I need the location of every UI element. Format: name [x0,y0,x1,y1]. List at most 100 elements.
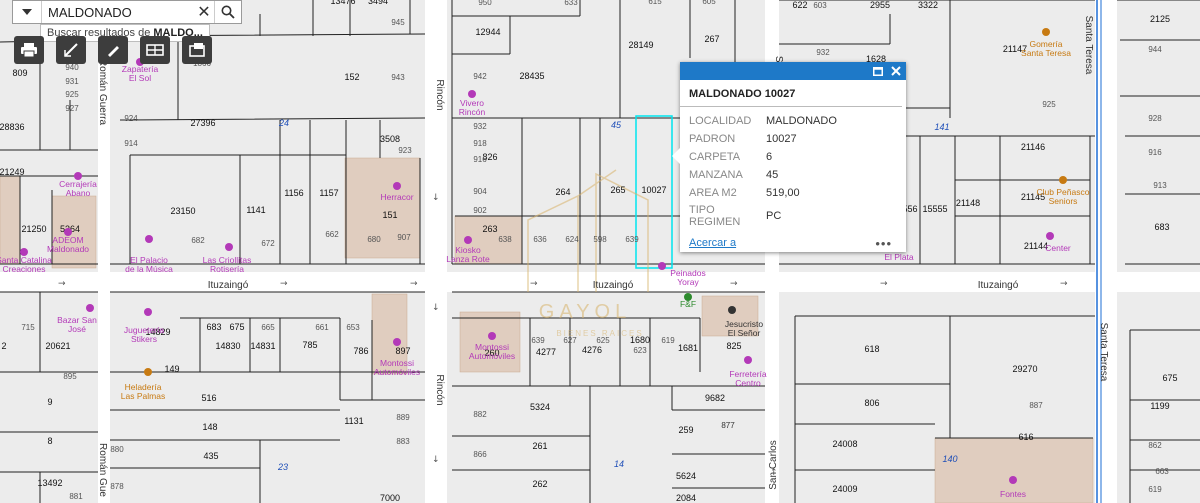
field-value: 519,00 [766,187,800,199]
poi-marker-icon[interactable] [144,308,152,316]
poi-label: Montossi Automóviles [374,358,420,377]
poi-marker-icon[interactable] [86,304,94,312]
zoom-to-link[interactable]: Acercar a [689,237,736,249]
search-input[interactable] [42,2,194,22]
parcel-number: 5324 [530,402,550,412]
parcel-number: 943 [391,73,405,82]
parcel-number: 21250 [21,224,46,234]
parcel-number: 24008 [832,439,857,449]
parcel-number: 862 [1148,441,1162,450]
table-button[interactable] [140,36,170,64]
parcel-number: 683 [1154,222,1169,232]
poi-marker-icon[interactable] [1059,176,1067,184]
field-value: PC [766,210,782,222]
parcel-number: 618 [864,344,879,354]
parcel-number: 897 [395,346,410,356]
popup-pointer [672,148,680,164]
close-icon [891,66,901,76]
parcel-number: 4276 [582,345,602,355]
field-value: 6 [766,151,773,163]
parcel-number: 636 [533,235,547,244]
parcel-number: 895 [63,372,77,381]
parcel-number: 8 [47,436,52,446]
poi-marker-icon[interactable] [225,243,233,251]
poi-marker-icon[interactable] [728,306,736,314]
parcel-number: 7000 [380,493,400,503]
parcel-number: 881 [69,492,83,501]
parcel-number: 1157 [319,188,338,198]
parcel-number: 902 [473,206,487,215]
block-number: 140 [942,454,957,464]
cadastral-map[interactable]: GAYOL BIENES RAICES →→→ →→→ → ↓↓↓ ↑↑ Itu… [0,0,1200,503]
parcel-number: 148 [202,422,217,432]
parcel-number: 940 [65,63,79,72]
svg-text:↓: ↓ [432,455,440,465]
parcel-number: 653 [346,323,360,332]
poi-marker-icon[interactable] [1009,476,1017,484]
parcel-number: 786 [353,346,368,356]
poi-marker-icon[interactable] [145,235,153,243]
parcel-number: 516 [201,393,216,403]
poi-marker-icon[interactable] [144,368,152,376]
parcel-number: 264 [555,187,570,197]
parcel-number: 12944 [475,27,500,37]
parcel-number: 3494 [368,0,388,6]
close-icon: ✕ [197,4,211,21]
parcel-number: 916 [473,155,487,164]
poi-marker-icon[interactable] [1042,28,1050,36]
parcel-number: 925 [65,90,79,99]
search-source-dropdown[interactable] [13,1,42,23]
poi-label: Jesucristo El Señor [725,319,764,338]
parcel-number: 151 [382,210,397,220]
svg-text:→: → [58,279,66,289]
parcel-number: 785 [302,340,317,350]
search-button[interactable] [214,1,241,23]
parcel-number: 14830 [215,341,240,351]
poi-marker-icon[interactable] [464,236,472,244]
close-popup-button[interactable] [889,64,903,78]
measure-button[interactable] [56,36,86,64]
svg-text:→: → [730,279,738,289]
svg-text:→: → [880,279,888,289]
street-label: Santa Teresa [1083,16,1094,75]
parcel-number: 639 [531,336,545,345]
parcel-number: 2 [1,341,6,351]
field-value: 45 [766,169,779,181]
parcel-number: 598 [593,235,607,244]
svg-text:→: → [280,279,288,289]
poi-marker-icon[interactable] [468,90,476,98]
clear-search-button[interactable]: ✕ [194,1,214,23]
parcel-number: 913 [1153,181,1167,190]
poi-marker-icon[interactable] [744,356,752,364]
parcel-number: 1681 [678,343,698,353]
table-row: PADRON 10027 [689,130,837,148]
print-button[interactable] [14,36,44,64]
street-label: Román Gue [97,443,108,497]
svg-text:→: → [1060,279,1068,289]
poi-marker-icon[interactable] [1046,232,1054,240]
layers-button[interactable] [182,36,212,64]
parcel-number: 267 [704,34,719,44]
draw-button[interactable] [98,36,128,64]
parcel-number: 9682 [705,393,725,403]
parcel-number: 619 [661,336,675,345]
maximize-button[interactable] [871,64,885,78]
parcel-number: 932 [473,122,487,131]
poi-marker-icon[interactable] [488,332,496,340]
parcel-number: 21148 [956,198,980,208]
popup-header [680,62,906,80]
block-number: 141 [934,122,949,132]
poi-marker-icon[interactable] [393,182,401,190]
poi-label: Fontes [1000,489,1026,499]
more-options-button[interactable]: ••• [875,236,892,251]
parcel-number: 907 [397,233,411,242]
parcel-number: 27396 [190,118,215,128]
poi-marker-icon[interactable] [393,338,401,346]
poi-marker-icon[interactable] [658,262,666,270]
parcel-number: 928 [1148,114,1162,123]
parcel-number: 619 [1148,485,1162,494]
block-number: 14 [614,459,624,469]
parcel-number: 882 [473,410,487,419]
parcel-number: 944 [1148,45,1162,54]
parcel-number: 28149 [628,40,653,50]
